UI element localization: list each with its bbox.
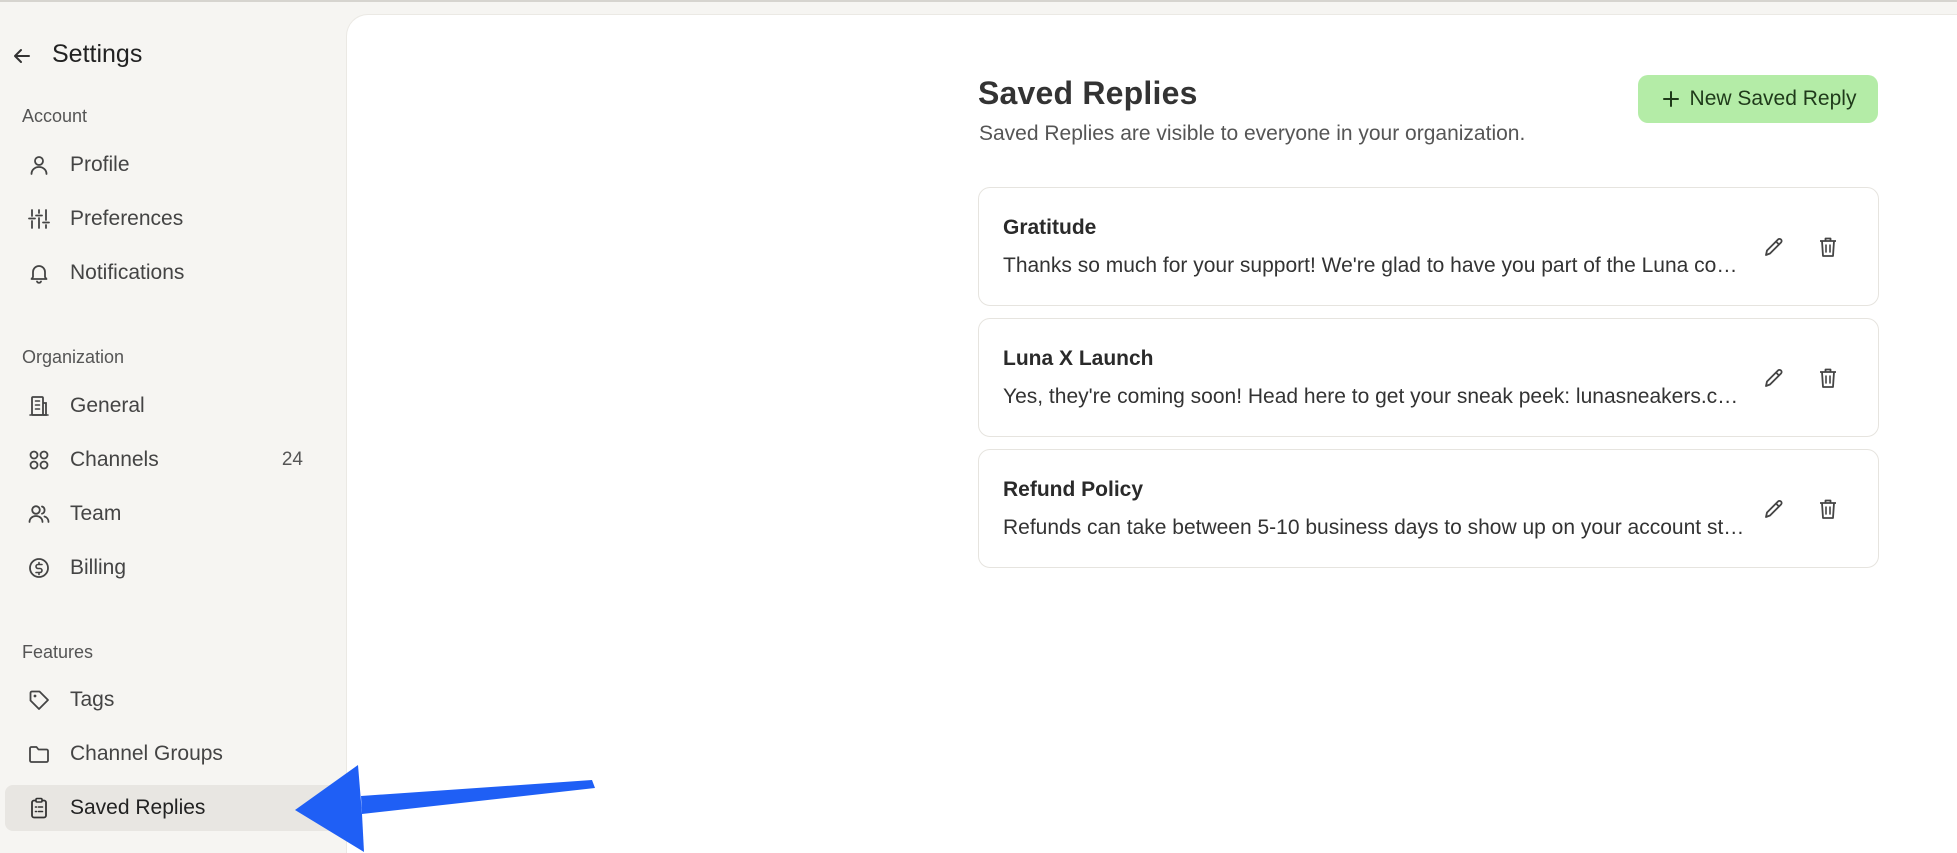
edit-reply-button[interactable] [1759, 363, 1789, 393]
new-saved-reply-label: New Saved Reply [1689, 87, 1857, 110]
trash-icon [1820, 237, 1836, 257]
saved-reply-title: Gratitude [1003, 216, 1097, 239]
sidebar-item-tags[interactable]: Tags [5, 677, 336, 723]
section-label-account: Account [22, 106, 88, 126]
sidebar-item-preferences[interactable]: Preferences [5, 196, 336, 242]
saved-reply-body: Refunds can take between 5-10 business d… [1003, 516, 1748, 539]
pencil-icon [1765, 369, 1783, 387]
sidebar-item-saved-replies[interactable]: Saved Replies [5, 785, 336, 831]
pencil-icon [1765, 238, 1783, 256]
trash-icon [1820, 368, 1836, 388]
page-subtitle: Saved Replies are visible to everyone in… [979, 122, 1526, 145]
sidebar-header: Settings [0, 2, 346, 108]
pencil-icon [1765, 500, 1783, 518]
settings-sidebar: Settings Account Profile Preferences Not… [0, 2, 346, 852]
new-saved-reply-button[interactable]: New Saved Reply [1638, 75, 1878, 123]
sidebar-item-label: Channel Groups [70, 742, 223, 765]
arrow-left-icon [14, 49, 30, 63]
grid-icon [27, 448, 51, 472]
annotation-arrow-icon [295, 765, 595, 852]
sidebar-item-label: Tags [70, 688, 115, 711]
saved-reply-card[interactable]: Refund Policy Refunds can take between 5… [978, 449, 1879, 568]
saved-reply-body: Yes, they're coming soon! Head here to g… [1003, 385, 1748, 408]
sidebar-item-label: Channels [70, 448, 159, 471]
trash-icon [1820, 499, 1836, 519]
delete-reply-button[interactable] [1813, 232, 1843, 262]
user-icon [27, 153, 51, 177]
bell-icon [27, 261, 51, 285]
sidebar-item-label: Profile [70, 153, 130, 176]
sidebar-item-team[interactable]: Team [5, 491, 336, 537]
main-content-panel: Saved Replies Saved Replies are visible … [346, 14, 1957, 853]
building-icon [27, 394, 51, 418]
sidebar-item-notifications[interactable]: Notifications [5, 250, 336, 296]
delete-reply-button[interactable] [1813, 363, 1843, 393]
folder-icon [27, 742, 51, 766]
sidebar-item-general[interactable]: General [5, 383, 336, 429]
sidebar-item-label: Saved Replies [70, 796, 206, 819]
sidebar-item-label: Preferences [70, 207, 184, 230]
edit-reply-button[interactable] [1759, 494, 1789, 524]
page-title: Saved Replies [978, 75, 1198, 111]
sidebar-item-label: Notifications [70, 261, 185, 284]
section-label-features: Features [22, 642, 94, 662]
sidebar-item-label: Billing [70, 556, 127, 579]
saved-reply-title: Luna X Launch [1003, 347, 1154, 370]
saved-reply-title: Refund Policy [1003, 478, 1144, 501]
edit-reply-button[interactable] [1759, 232, 1789, 262]
dollar-circle-icon [27, 556, 51, 580]
sidebar-item-channels[interactable]: Channels 24 [5, 437, 336, 483]
saved-reply-card[interactable]: Luna X Launch Yes, they're coming soon! … [978, 318, 1879, 437]
saved-reply-card[interactable]: Gratitude Thanks so much for your suppor… [978, 187, 1879, 306]
sidebar-item-billing[interactable]: Billing [5, 545, 336, 591]
delete-reply-button[interactable] [1813, 494, 1843, 524]
sidebar-item-label: Team [70, 502, 122, 525]
sidebar-item-profile[interactable]: Profile [5, 142, 336, 188]
back-button[interactable] [10, 44, 34, 68]
saved-reply-body: Thanks so much for your support! We're g… [1003, 254, 1748, 277]
sidebar-item-channel-groups[interactable]: Channel Groups [5, 731, 336, 777]
users-icon [27, 502, 51, 526]
sidebar-title: Settings [52, 40, 143, 68]
sliders-icon [27, 207, 51, 231]
sidebar-item-label: General [70, 394, 145, 417]
channels-count-badge: 24 [281, 449, 303, 470]
clipboard-icon [27, 796, 51, 820]
tag-icon [27, 688, 51, 712]
section-label-organization: Organization [22, 347, 125, 367]
plus-icon [1660, 88, 1682, 110]
